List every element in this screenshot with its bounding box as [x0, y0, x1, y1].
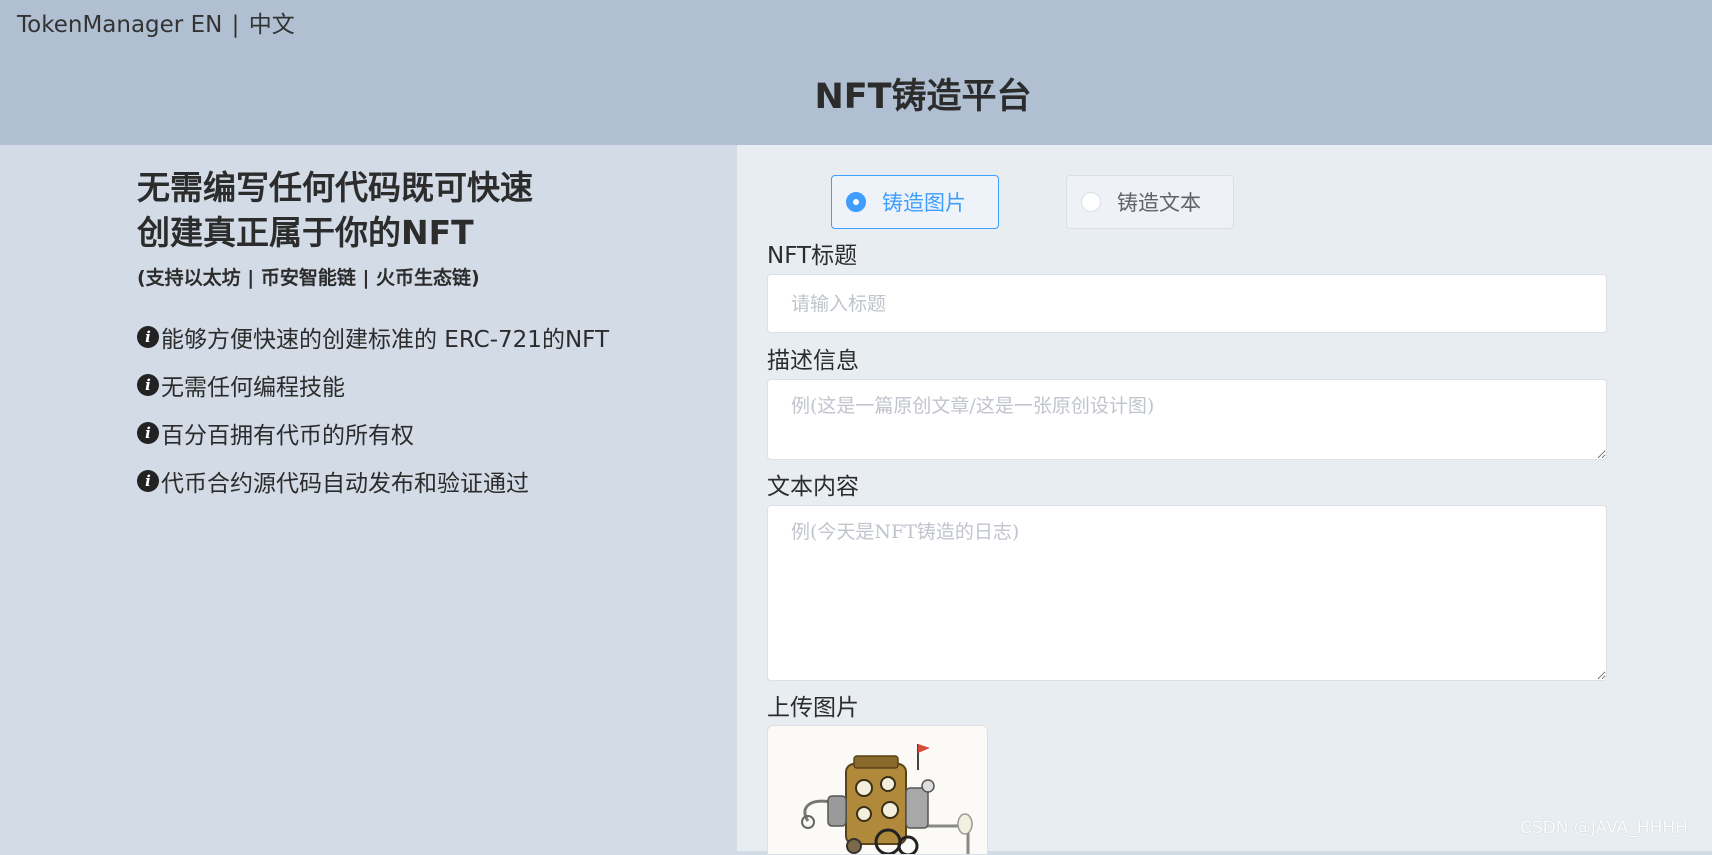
brand-bar: TokenManager EN | 中文	[17, 5, 295, 39]
feature-text: 代币合约源代码自动发布和验证通过	[161, 471, 529, 497]
lang-zh-link[interactable]: 中文	[249, 12, 295, 38]
feature-item: i 百分百拥有代币的所有权	[137, 409, 609, 457]
lang-en-link[interactable]: EN	[191, 12, 223, 38]
csdn-watermark: CSDN @JAVA_HHHH	[1520, 818, 1688, 838]
mint-form-panel: 铸造图片 铸造文本 NFT标题 描述信息 文本内容 上传图片	[737, 145, 1712, 855]
upload-label: 上传图片	[767, 695, 859, 721]
mode-mint-image-radio[interactable]: 铸造图片	[831, 175, 999, 229]
content-label: 文本内容	[767, 474, 859, 500]
supported-chains: (支持以太坊 | 币安智能链 | 火币生态链)	[137, 267, 480, 289]
feature-text: 无需任何编程技能	[161, 375, 345, 401]
info-icon: i	[137, 326, 159, 348]
page-title: NFT铸造平台	[814, 77, 1032, 117]
steampunk-machine-image	[801, 744, 973, 854]
content-input[interactable]	[767, 505, 1607, 681]
title-label: NFT标题	[767, 243, 858, 269]
lang-separator: |	[231, 12, 240, 38]
description-label: 描述信息	[767, 348, 859, 374]
mode-label: 铸造图片	[882, 191, 966, 215]
info-icon: i	[137, 422, 159, 444]
mode-mint-text-radio[interactable]: 铸造文本	[1066, 175, 1234, 229]
intro-panel: 无需编写任何代码既可快速创建真正属于你的NFT (支持以太坊 | 币安智能链 |…	[0, 145, 737, 851]
intro-headline: 无需编写任何代码既可快速创建真正属于你的NFT	[137, 168, 533, 252]
feature-text: 百分百拥有代币的所有权	[161, 423, 414, 449]
info-icon: i	[137, 470, 159, 492]
top-bar: TokenManager EN | 中文 NFT铸造平台	[0, 0, 1712, 145]
brand-name: TokenManager	[17, 12, 184, 38]
feature-text: 能够方便快速的创建标准的 ERC-721的NFT	[161, 327, 610, 353]
image-upload-box[interactable]	[767, 725, 988, 855]
radio-indicator	[846, 192, 866, 212]
feature-item: i 代币合约源代码自动发布和验证通过	[137, 457, 609, 505]
feature-item: i 无需任何编程技能	[137, 361, 609, 409]
feature-list: i 能够方便快速的创建标准的 ERC-721的NFT i 无需任何编程技能 i …	[137, 313, 609, 505]
radio-indicator	[1081, 192, 1101, 212]
title-input[interactable]	[767, 274, 1607, 333]
info-icon: i	[137, 374, 159, 396]
feature-item: i 能够方便快速的创建标准的 ERC-721的NFT	[137, 313, 609, 361]
mode-label: 铸造文本	[1117, 191, 1201, 215]
description-input[interactable]	[767, 379, 1607, 460]
